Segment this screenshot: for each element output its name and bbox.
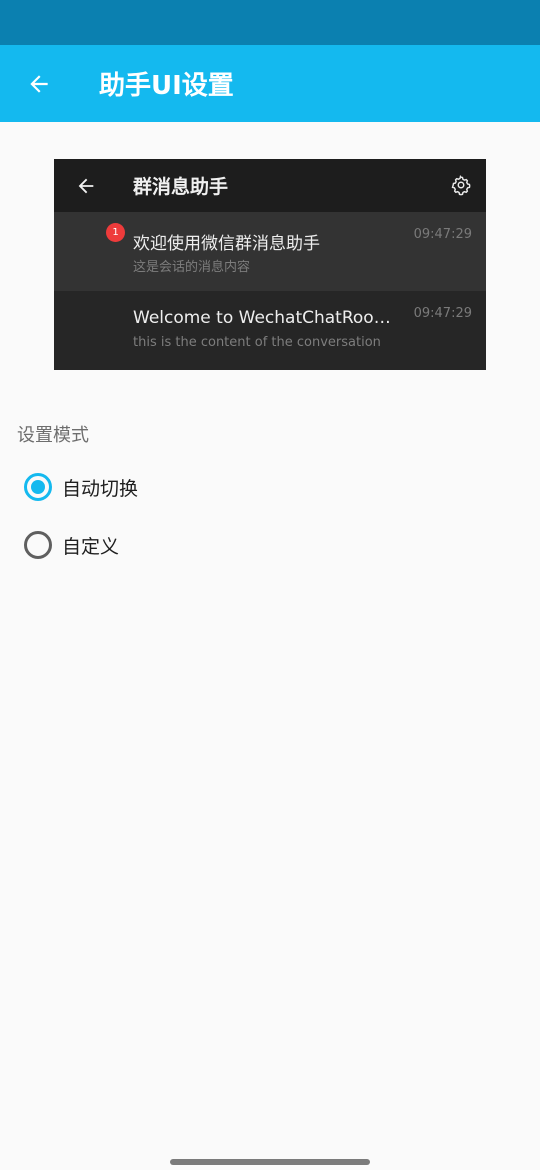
conversation-time: 09:47:29 xyxy=(413,227,472,242)
status-bar xyxy=(0,0,540,45)
radio-label: 自定义 xyxy=(62,535,120,558)
conversation-name: 欢迎使用微信群消息助手 xyxy=(133,234,320,254)
section-label: 设置模式 xyxy=(17,425,89,446)
page-title: 助手UI设置 xyxy=(99,71,234,101)
conversation-name: Welcome to WechatChatRoom… xyxy=(133,308,403,328)
conversation-message: 这是会话的消息内容 xyxy=(133,260,251,275)
radio-checked-icon[interactable] xyxy=(24,473,52,501)
unread-badge: 1 xyxy=(106,223,125,242)
gesture-nav-handle[interactable] xyxy=(170,1159,370,1165)
back-button[interactable] xyxy=(17,62,61,106)
conversation-message: this is the content of the conversation xyxy=(133,335,381,350)
radio-unchecked-icon[interactable] xyxy=(24,531,52,559)
radio-label: 自动切换 xyxy=(62,477,139,500)
preview-toolbar: 群消息助手 xyxy=(54,159,486,212)
app-bar: 助手UI设置 xyxy=(0,45,540,122)
preview-back-button xyxy=(66,166,106,206)
preview-title: 群消息助手 xyxy=(133,176,229,198)
radio-option-auto[interactable]: 自动切换 xyxy=(24,467,138,507)
radio-option-custom[interactable]: 自定义 xyxy=(24,525,119,565)
preview-conversation-row: 1 欢迎使用微信群消息助手 这是会话的消息内容 09:47:29 xyxy=(54,212,486,291)
arrow-left-icon xyxy=(78,178,94,193)
theme-preview: 群消息助手 1 欢迎使用微信群消息助手 这是会话的消息内容 09:47:29 W… xyxy=(54,159,486,370)
conversation-time: 09:47:29 xyxy=(413,306,472,321)
arrow-left-icon xyxy=(30,74,48,93)
gear-icon xyxy=(451,175,471,196)
preview-conversation-row: Welcome to WechatChatRoom… this is the c… xyxy=(54,291,486,370)
